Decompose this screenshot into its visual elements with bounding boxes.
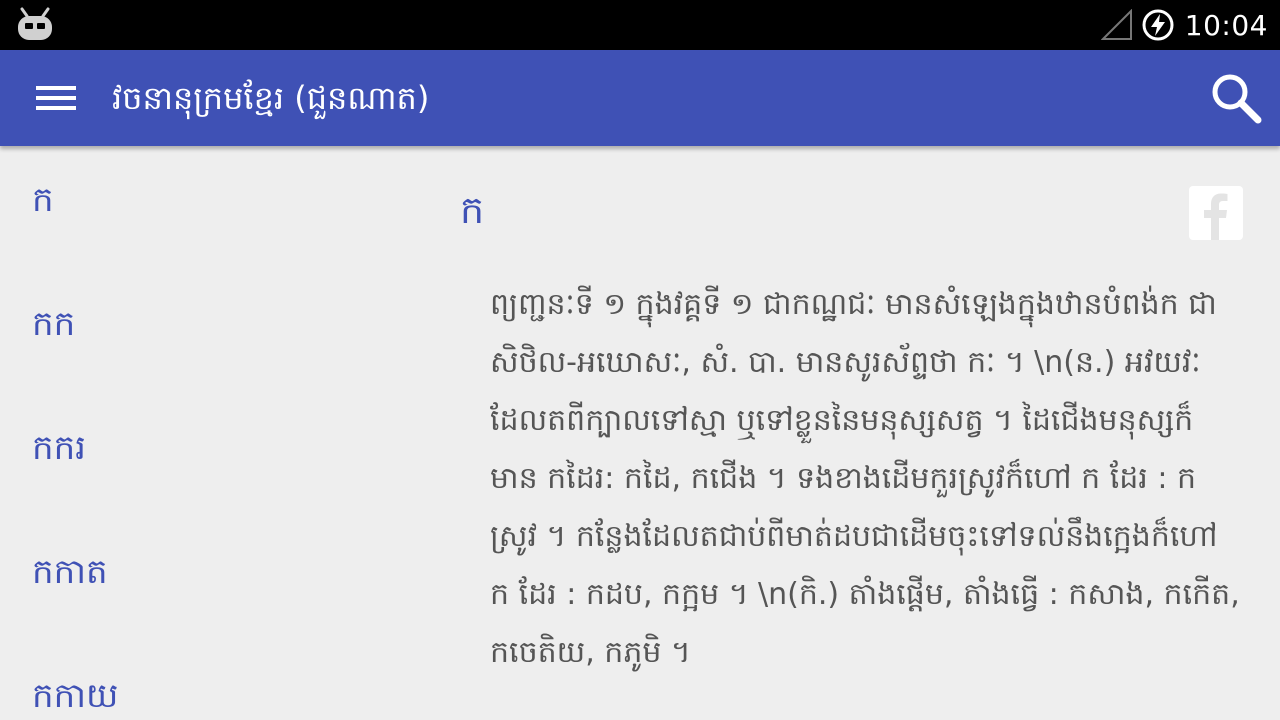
word-list-item[interactable]: កក [0, 270, 420, 380]
no-signal-icon [1100, 9, 1132, 40]
word-list-item[interactable]: កករ [0, 394, 420, 504]
word-list: ក កក កករ កកាត កកាយ [0, 146, 440, 720]
word-list-item[interactable]: កកាត [0, 518, 420, 628]
search-icon [1212, 74, 1262, 124]
word-list-item[interactable]: ក [0, 146, 420, 256]
word-list-item-label: ក [32, 180, 54, 220]
headword: ក [460, 188, 485, 232]
word-list-item-label: កកាយ [32, 676, 119, 716]
hamburger-menu-icon [36, 86, 76, 90]
hamburger-menu-icon-bar [36, 106, 76, 110]
hamburger-menu-icon-bar [36, 96, 76, 100]
battery-charging-icon [1142, 9, 1174, 41]
facebook-icon [1204, 193, 1228, 240]
main-content: ក កក កករ កកាត កកាយ ក ព្យញ្ជនៈទី ១ ក្នុងវ… [0, 146, 1280, 720]
definition-panel: ក ព្យញ្ជនៈទី ១ ក្នុងវគ្គទី ១ ជាកណ្ឋជៈ មា… [460, 146, 1260, 720]
app-title: វចនានុក្រមខ្មែរ (ជួនណាត) [112, 79, 430, 117]
status-bar: 10:04 [0, 0, 1280, 50]
hamburger-menu-button[interactable] [20, 72, 92, 124]
word-list-item[interactable]: កកាយ [0, 642, 420, 720]
search-button[interactable] [1206, 68, 1266, 128]
word-list-item-label: កកាត [32, 552, 108, 592]
cyanogen-bugdroid-icon [18, 7, 52, 40]
word-list-item-label: កករ [32, 428, 86, 468]
word-list-item-label: កក [32, 304, 76, 344]
status-icons: 10:04 [1100, 0, 1268, 50]
facebook-share-button[interactable] [1189, 186, 1243, 240]
status-clock: 10:04 [1184, 8, 1268, 42]
app-bar: វចនានុក្រមខ្មែរ (ជួនណាត) [0, 50, 1280, 146]
definition-text: ព្យញ្ជនៈទី ១ ក្នុងវគ្គទី ១ ជាកណ្ឋជៈ មានស… [490, 287, 1240, 670]
